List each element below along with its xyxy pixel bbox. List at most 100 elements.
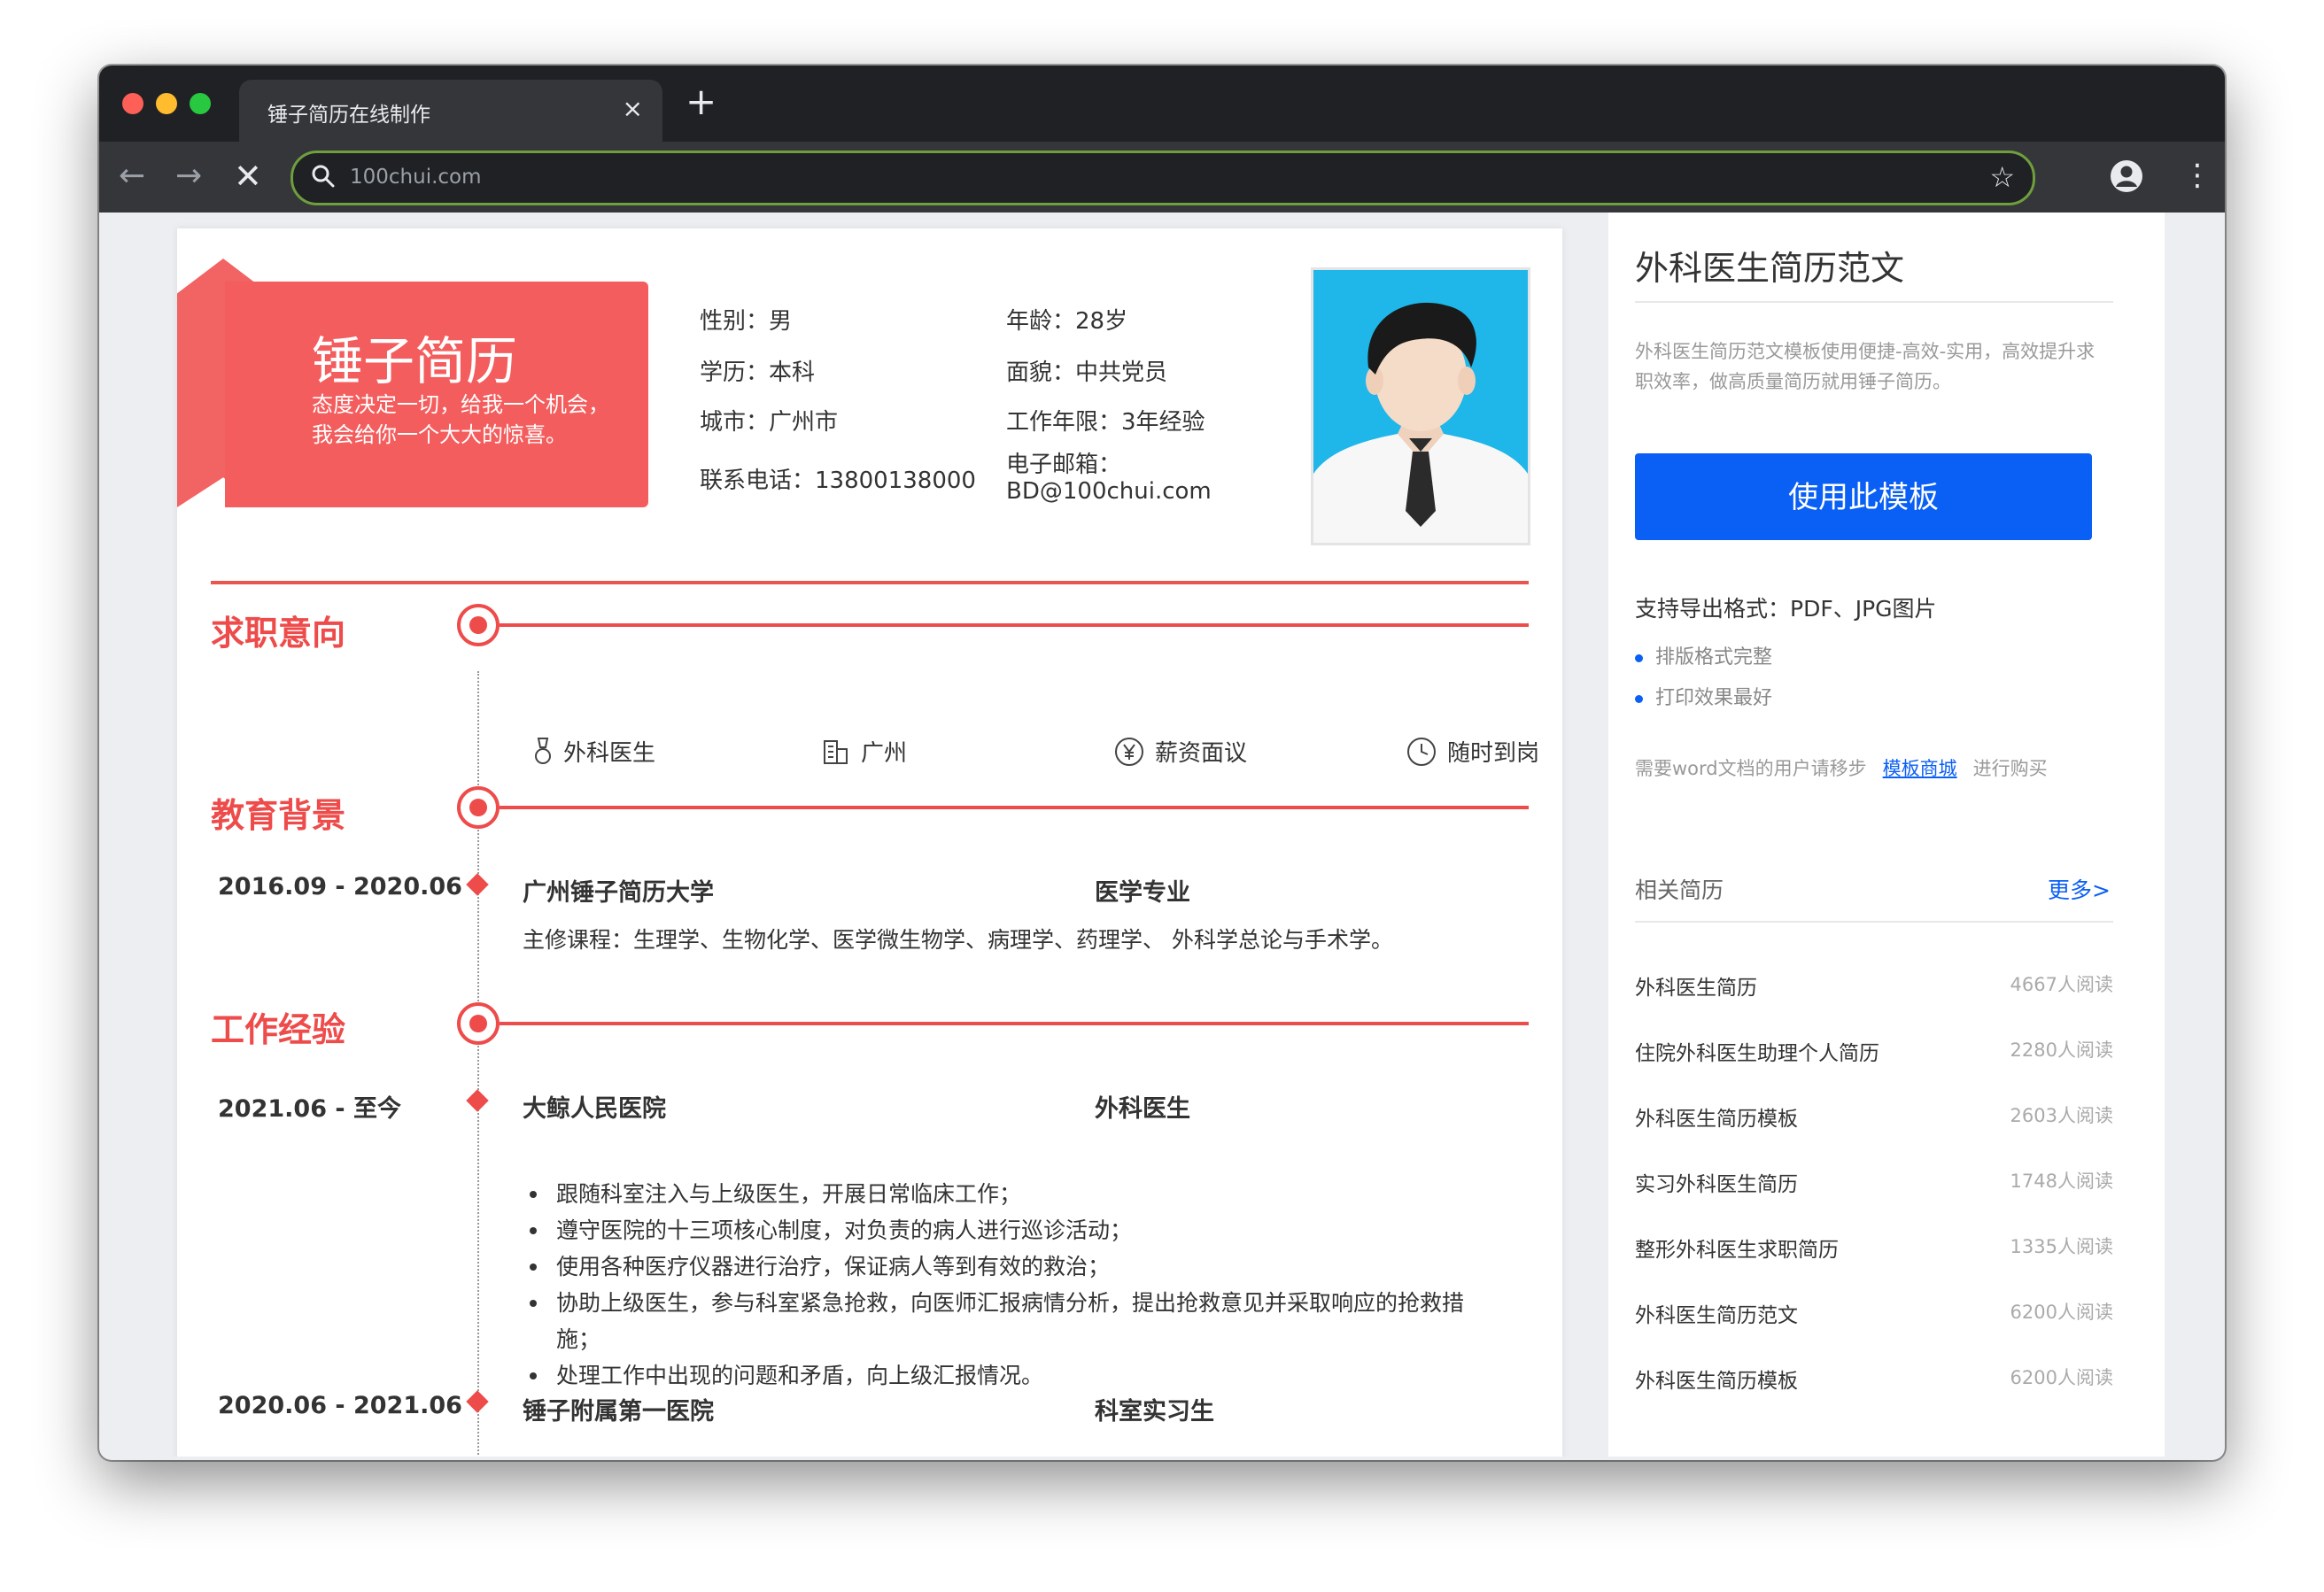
related-title: 相关简历 — [1635, 877, 1724, 903]
avatar — [1311, 267, 1530, 545]
browser-window: 锤子简历在线制作 × + ← → ✕ 100chui.com ☆ ⋮ 锤子简历 … — [99, 66, 2225, 1460]
list-item: 跟随科室注入与上级医生，开展日常临床工作； — [523, 1176, 1506, 1212]
info-experience: 工作年限：3年经验 — [1006, 409, 1205, 436]
tab-title: 锤子简历在线制作 — [267, 104, 430, 127]
related-item-name[interactable]: 外科医生简历模板 — [1635, 1101, 1798, 1132]
export-formats: 支持导出格式：PDF、JPG图片 — [1635, 596, 1937, 622]
sidebar-divider — [1635, 301, 2113, 303]
search-icon — [312, 165, 335, 188]
yen-icon — [1115, 737, 1143, 766]
education-major: 医学专业 — [1095, 879, 1190, 907]
use-template-button[interactable]: 使用此模板 — [1635, 453, 2092, 540]
section-marker-intent — [457, 604, 500, 646]
intent-label: 随时到岗 — [1447, 740, 1540, 767]
section-marker-work — [457, 1002, 500, 1045]
info-gender: 性别：男 — [700, 308, 793, 335]
resume-motto: 态度决定一切，给我一个机会，我会给你一个大大的惊喜。 — [312, 392, 609, 447]
resume-preview: 锤子简历 态度决定一切，给我一个机会，我会给你一个大大的惊喜。 性别：男 年龄：… — [177, 228, 1562, 1457]
section-marker-education — [457, 786, 500, 829]
back-arrow-icon[interactable]: ← — [119, 154, 145, 198]
info-politics: 面貌：中共党员 — [1006, 359, 1168, 386]
related-item-reads: 6200人阅读 — [2010, 1367, 2113, 1388]
intent-label: 外科医生 — [563, 740, 656, 767]
word-note-suffix: 进行购买 — [1972, 758, 2048, 779]
work-org-2: 锤子附属第一医院 — [523, 1398, 714, 1426]
related-item[interactable]: 外科医生简历 4667人阅读 — [1635, 970, 2113, 1006]
related-item-name[interactable]: 实习外科医生简历 — [1635, 1167, 1798, 1197]
timeline-diamond — [466, 873, 489, 896]
section-title-work: 工作经验 — [211, 1010, 346, 1049]
close-window-button[interactable] — [122, 93, 143, 114]
related-item[interactable]: 住院外科医生助理个人简历 2280人阅读 — [1635, 1036, 2113, 1071]
sidebar-title: 外科医生简历范文 — [1635, 249, 1905, 288]
feature-item: 排版格式完整 — [1635, 641, 1772, 669]
related-item[interactable]: 外科医生简历模板 6200人阅读 — [1635, 1364, 2113, 1399]
related-item[interactable]: 整形外科医生求职简历 1335人阅读 — [1635, 1233, 2113, 1268]
related-item[interactable]: 外科医生简历模板 2603人阅读 — [1635, 1101, 2113, 1137]
page-viewport: 锤子简历 态度决定一切，给我一个机会，我会给你一个大大的惊喜。 性别：男 年龄：… — [103, 213, 2221, 1457]
intent-label: 广州 — [861, 740, 908, 767]
medal-icon — [535, 737, 551, 764]
minimize-window-button[interactable] — [156, 93, 177, 114]
work-duties-list: 跟随科室注入与上级医生，开展日常临床工作； 遵守医院的十三项核心制度，对负责的病… — [523, 1176, 1506, 1394]
related-item-name[interactable]: 整形外科医生求职简历 — [1635, 1233, 1839, 1263]
related-item-name[interactable]: 外科医生简历模板 — [1635, 1364, 1798, 1394]
related-item[interactable]: 外科医生简历范文 6200人阅读 — [1635, 1298, 2113, 1333]
info-phone: 联系电话：13800138000 — [700, 468, 976, 494]
intent-item-availability: 随时到岗 — [1406, 735, 1539, 768]
related-item-reads: 2280人阅读 — [2010, 1039, 2113, 1061]
template-sidebar: 外科医生简历范文 外科医生简历范文模板使用便捷-高效-实用，高效提升求职效率，做… — [1608, 213, 2165, 1457]
maximize-window-button[interactable] — [190, 93, 211, 114]
building-icon — [824, 739, 848, 764]
kebab-menu-icon[interactable]: ⋮ — [2182, 158, 2212, 193]
address-bar[interactable]: 100chui.com ☆ — [290, 151, 2035, 205]
info-education: 学历：本科 — [700, 359, 816, 386]
tab-bar: 锤子简历在线制作 × + — [99, 66, 2225, 142]
section-title-education: 教育背景 — [211, 796, 346, 835]
resume-name: 锤子简历 — [312, 331, 518, 391]
related-item-name[interactable]: 外科医生简历 — [1635, 970, 1757, 1001]
browser-tab[interactable]: 锤子简历在线制作 × — [239, 80, 662, 142]
list-item: 处理工作中出现的问题和矛盾，向上级汇报情况。 — [523, 1357, 1506, 1394]
template-store-link[interactable]: 模板商城 — [1883, 758, 1957, 779]
info-city: 城市：广州市 — [700, 409, 839, 436]
list-item: 遵守医院的十三项核心制度，对负责的病人进行巡诊活动； — [523, 1212, 1506, 1248]
info-age: 年龄：28岁 — [1006, 308, 1128, 335]
related-item-name[interactable]: 外科医生简历范文 — [1635, 1298, 1798, 1328]
header-divider — [211, 581, 1529, 584]
work-role-1: 外科医生 — [1095, 1095, 1190, 1123]
intent-item-position: 外科医生 — [533, 735, 655, 768]
education-courses: 主修课程：生理学、生物化学、医学微生物学、病理学、药理学、 外科学总论与手术学。 — [523, 927, 1393, 953]
intent-item-city: 广州 — [822, 735, 907, 768]
related-item-reads: 1335人阅读 — [2010, 1236, 2113, 1257]
section-title-intent: 求职意向 — [211, 614, 346, 653]
tab-close-icon[interactable]: × — [623, 94, 643, 124]
word-note: 需要word文档的用户请移步 模板商城 进行购买 — [1635, 754, 2048, 781]
related-item-reads: 6200人阅读 — [2010, 1302, 2113, 1323]
section-line-education — [500, 806, 1529, 809]
related-item-name[interactable]: 住院外科医生助理个人简历 — [1635, 1036, 1879, 1066]
browser-toolbar: ← → ✕ 100chui.com ☆ ⋮ — [99, 142, 2225, 213]
forward-arrow-icon[interactable]: → — [175, 154, 202, 198]
related-item[interactable]: 实习外科医生简历 1748人阅读 — [1635, 1167, 2113, 1202]
education-date: 2016.09 - 2020.06 — [218, 873, 462, 900]
more-link[interactable]: 更多> — [2048, 873, 2111, 905]
stop-loading-icon[interactable]: ✕ — [234, 154, 262, 198]
info-email-label: 电子邮箱： — [1006, 452, 1122, 478]
bookmark-star-icon[interactable]: ☆ — [1989, 160, 2015, 194]
section-line-work — [500, 1022, 1529, 1025]
related-item-reads: 4667人阅读 — [2010, 974, 2113, 995]
work-date-1: 2021.06 - 至今 — [218, 1095, 401, 1123]
word-note-prefix: 需要word文档的用户请移步 — [1635, 758, 1867, 779]
education-school: 广州锤子简历大学 — [523, 879, 714, 907]
sidebar-description: 外科医生简历范文模板使用便捷-高效-实用，高效提升求职效率，做高质量简历就用锤子… — [1635, 341, 2095, 392]
related-item-reads: 2603人阅读 — [2010, 1105, 2113, 1126]
work-role-2: 科室实习生 — [1095, 1398, 1214, 1426]
info-email: BD@100chui.com — [1006, 478, 1212, 505]
work-date-2: 2020.06 - 2021.06 — [218, 1392, 462, 1419]
new-tab-button[interactable]: + — [686, 83, 717, 120]
clock-icon — [1407, 737, 1436, 766]
url-text[interactable]: 100chui.com — [350, 166, 482, 189]
section-line-intent — [500, 623, 1529, 627]
profile-avatar-icon[interactable] — [2110, 159, 2143, 193]
